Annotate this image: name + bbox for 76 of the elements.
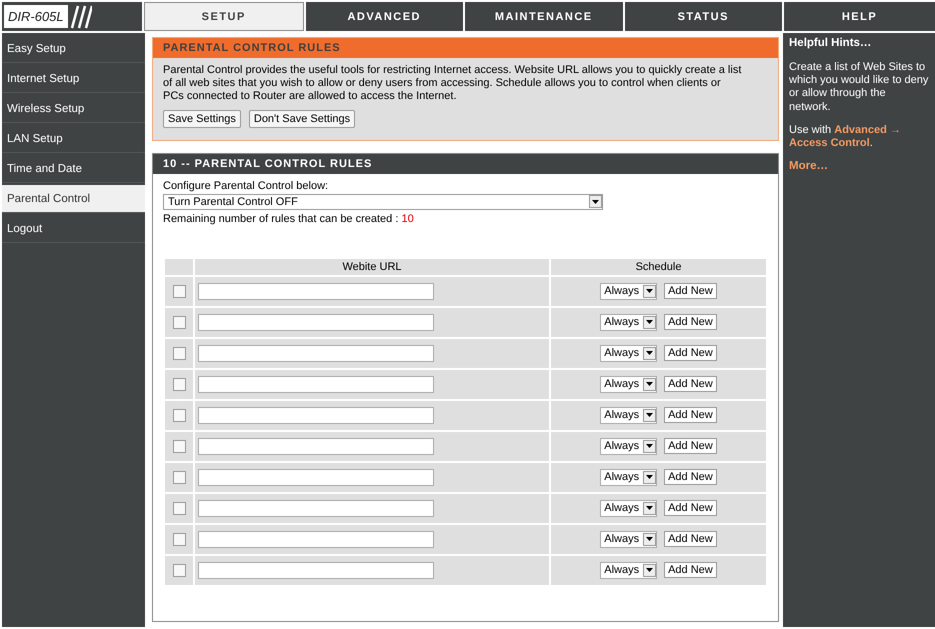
schedule-dropdown[interactable]: Always	[600, 438, 658, 455]
schedule-dropdown[interactable]: Always	[600, 406, 658, 424]
checkbox[interactable]	[172, 564, 186, 577]
checkbox[interactable]	[172, 408, 186, 422]
schedule-dropdown[interactable]: Always	[600, 282, 658, 300]
checkbox[interactable]	[172, 502, 186, 515]
schedule-dropdown[interactable]: Always	[600, 344, 658, 362]
description-text: Parental Control provides the useful tools for restricting Internet access. Website URL allows you to quickly create a list of all web sites that you wish to allow or deny users from accessing. Schedule allows you to control when clients or PCs connected to Router are allowed to access the Internet.	[163, 64, 742, 104]
url-input-field[interactable]	[198, 500, 434, 517]
checkbox[interactable]	[172, 284, 186, 298]
schedule-dropdown[interactable]: Always	[600, 468, 658, 486]
nav-tab[interactable]: ADVANCED	[306, 2, 463, 31]
checkbox[interactable]	[172, 440, 186, 453]
header-cell	[165, 258, 193, 275]
nav-tab[interactable]: STATUS	[624, 2, 782, 31]
nav-tab[interactable]: MAINTENANCE	[465, 2, 622, 31]
add-new-button[interactable]: Add New	[664, 376, 717, 392]
add-new-button[interactable]: Add New	[664, 407, 717, 424]
dropdown-arrow-icon	[592, 200, 599, 204]
dropdown-arrow-icon	[646, 506, 654, 510]
remaining-text: Remaining number of rules that can be created : 10	[163, 212, 415, 225]
access-control-link[interactable]: Access Control	[789, 136, 870, 149]
add-new-button[interactable]: Add New	[664, 283, 717, 300]
dropdown-arrow-icon	[646, 568, 654, 572]
configure-label: Configure Parental Control below:	[163, 180, 330, 192]
help-text: Create a list of Web Sites to which you would like to deny or allow through the network.	[789, 61, 929, 114]
url-input-field[interactable]	[198, 468, 434, 486]
add-new-button[interactable]: Add New	[664, 469, 717, 486]
sidebar-item[interactable]: Parental Control	[2, 185, 145, 213]
schedule-dropdown[interactable]: Always	[600, 376, 658, 393]
url-input-field[interactable]	[198, 282, 434, 300]
dropdown-arrow-icon	[646, 444, 654, 448]
dropdown-arrow-icon	[646, 413, 654, 418]
settings-button[interactable]: Don't Save Settings	[248, 110, 356, 128]
access-control-link[interactable]: Advanced →	[834, 124, 901, 136]
dropdown-arrow-icon	[646, 475, 654, 480]
settings-button[interactable]: Save Settings	[163, 110, 241, 128]
schedule-dropdown[interactable]: Always	[600, 500, 658, 517]
checkbox[interactable]	[172, 378, 186, 391]
help-text: Use with Advanced → Access Control.	[789, 124, 902, 150]
mode-dropdown[interactable]: Turn Parental Control OFF	[163, 194, 603, 210]
add-new-button[interactable]: Add New	[664, 531, 717, 548]
checkbox[interactable]	[172, 346, 186, 360]
url-input-field[interactable]	[198, 344, 434, 362]
panel-title: 10 -- PARENTAL CONTROL RULES	[153, 154, 778, 174]
nav-tab[interactable]: HELP	[784, 2, 935, 31]
nav-tab[interactable]: SETUP	[144, 2, 304, 31]
checkbox[interactable]	[172, 470, 186, 484]
url-input-field[interactable]	[198, 562, 434, 579]
add-new-button[interactable]: Add New	[664, 438, 717, 454]
dropdown-arrow-icon	[646, 382, 654, 386]
schedule-dropdown[interactable]: Always	[600, 314, 658, 331]
url-input-field[interactable]	[198, 376, 434, 393]
model-name: DIR-605L	[4, 5, 68, 28]
panel-title: PARENTAL CONTROL RULES	[153, 38, 778, 58]
dropdown-arrow-icon	[646, 537, 654, 542]
schedule-dropdown[interactable]: Always	[600, 562, 658, 579]
dropdown-arrow-icon	[646, 289, 654, 294]
checkbox[interactable]	[172, 316, 186, 329]
add-new-button[interactable]: Add New	[664, 500, 717, 516]
add-new-button[interactable]: Add New	[664, 562, 717, 578]
dropdown-arrow-icon	[646, 351, 654, 356]
add-new-button[interactable]: Add New	[664, 314, 717, 330]
url-input-field[interactable]	[198, 314, 434, 331]
slashes-icon	[70, 4, 92, 28]
dropdown-arrow-icon	[646, 320, 654, 324]
url-input-field[interactable]	[198, 438, 434, 455]
url-input-field[interactable]	[198, 406, 434, 424]
url-input-field[interactable]	[198, 530, 434, 548]
more-link[interactable]: More…	[789, 160, 929, 172]
column-header: Webite URL	[195, 258, 549, 275]
checkbox[interactable]	[172, 532, 186, 546]
schedule-dropdown[interactable]: Always	[600, 530, 658, 548]
column-header: Schedule	[551, 258, 766, 275]
add-new-button[interactable]: Add New	[664, 345, 717, 362]
help-title: Helpful Hints…	[789, 37, 872, 49]
